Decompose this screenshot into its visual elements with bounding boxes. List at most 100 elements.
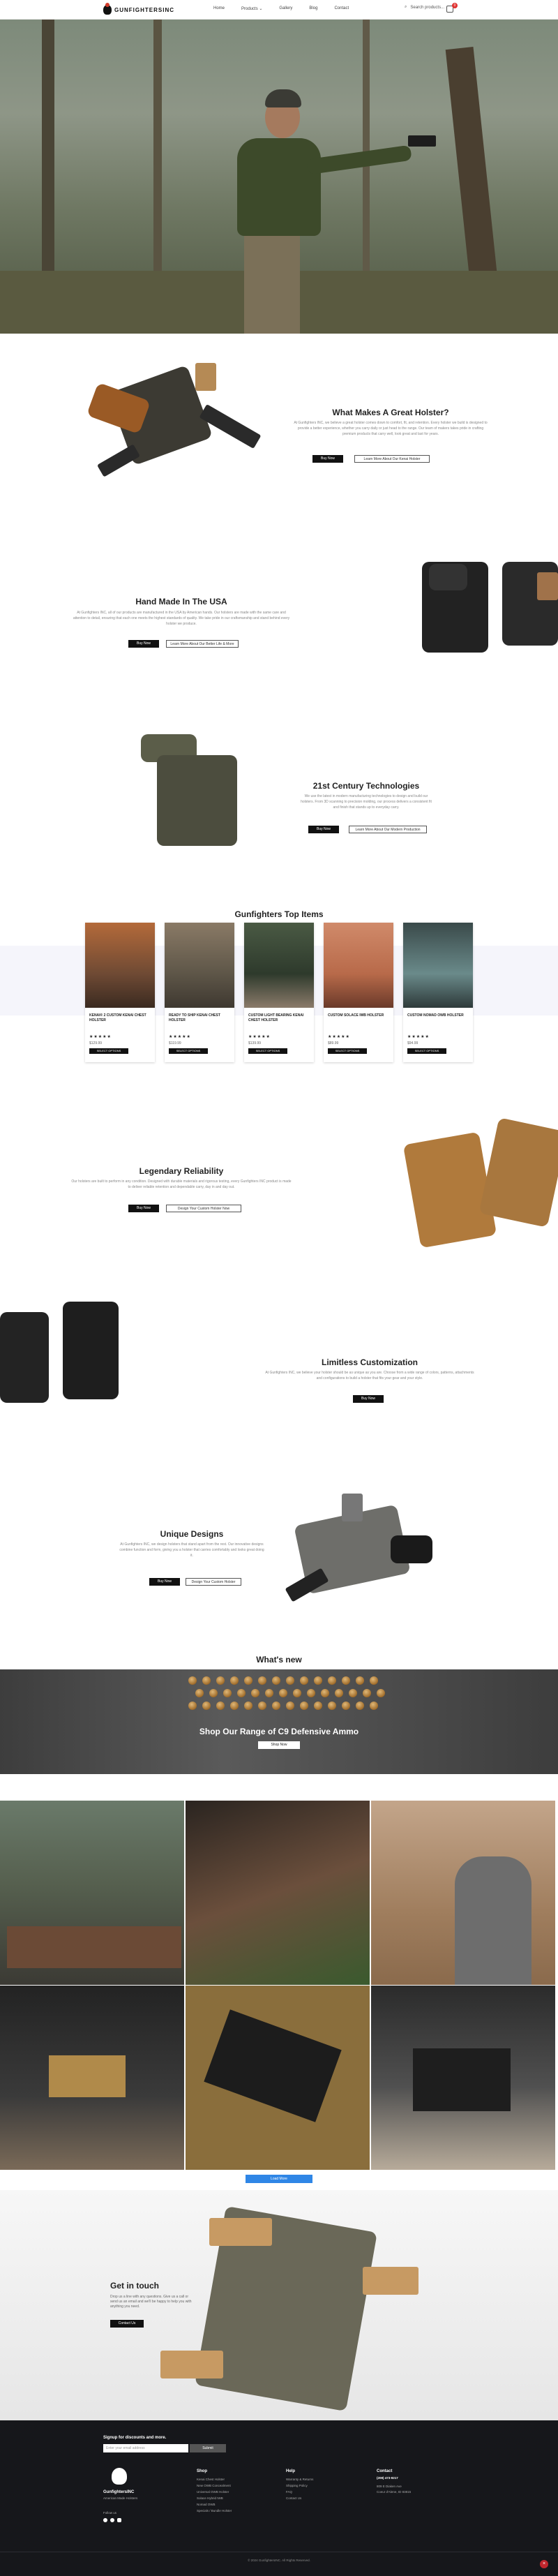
section-title: Unique Designs [160,1529,224,1539]
product-image[interactable] [165,923,234,1008]
product-title[interactable]: CUSTOM NOMAD OWB HOLSTER [407,1013,469,1018]
search-box[interactable]: ⌕ Search products... [405,5,444,10]
select-options-button[interactable]: SELECT OPTIONS [407,1048,446,1054]
close-icon[interactable]: × [540,2560,548,2568]
product-price: $119.99 [169,1041,181,1045]
bullet [230,1702,239,1710]
footer-address-line: 809 E Diaken Ave [377,2485,402,2488]
section-title: What Makes A Great Holster? [332,408,449,417]
buy-now-button[interactable]: Buy Now [308,826,339,833]
footer-link[interactable]: FAQ [286,2490,292,2494]
email-field[interactable]: Enter your email address [103,2444,188,2452]
pistol [408,135,436,147]
banner-title: Shop Our Range of C9 Defensive Ammo [199,1727,359,1736]
footer-phone[interactable]: (208) 473-9217 [377,2476,398,2480]
nav-item-contact[interactable]: Contact [334,6,349,11]
nav-item-home[interactable]: Home [213,6,225,11]
product-image[interactable] [324,923,393,1008]
footer-link[interactable]: Universal OWB Holster [197,2490,229,2494]
buy-now-button[interactable]: Buy Now [312,455,343,463]
load-more-button[interactable]: Load More [246,2175,312,2183]
product-card[interactable]: CUSTOM NOMAD OWB HOLSTER ★★★★★ $94.99 SELEC… [403,923,473,1062]
footer-address-line: Coeur d'Alene, ID 83815 [377,2490,412,2494]
learn-more-button[interactable]: Learn More About Our Modern Production [349,826,427,833]
bullet [265,1689,273,1697]
bullet [202,1676,211,1685]
section-title: Hand Made In The USA [135,597,227,606]
shop-now-button[interactable]: Shop Now [258,1741,300,1749]
product-title[interactable]: READY TO SHIP KENAI CHEST HOLSTER [169,1013,230,1023]
nav-item-gallery[interactable]: Gallery [279,6,292,11]
product-image[interactable] [244,923,314,1008]
nav-item-blog[interactable]: Blog [309,6,317,11]
search-icon[interactable]: ⌕ [405,5,407,10]
footer-link[interactable]: Solace Hybrid IWB [197,2496,223,2500]
gallery-tile[interactable] [186,1801,370,1985]
bullet [258,1702,266,1710]
footer-link[interactable]: Specials / Bundle Holster [197,2509,232,2512]
site-logo[interactable]: GUNFIGHTERSINC [103,3,180,15]
design-holster-button[interactable]: Design Your Custom Holster [186,1578,241,1586]
nav-item-products[interactable]: Products ⌄ [241,6,262,11]
contact-text: Drop us a line with any questions. Give … [110,2295,192,2309]
contact-button[interactable]: Contact Us [110,2320,144,2328]
footer-link[interactable]: Shipping Policy [286,2484,308,2487]
section-title: 21st Century Technologies [312,781,420,791]
bullet [188,1676,197,1685]
buy-now-button[interactable]: Buy Now [353,1395,384,1403]
select-options-button[interactable]: SELECT OPTIONS [89,1048,128,1054]
product-title[interactable]: CUSTOM SOLACE IWB HOLSTER [328,1013,389,1018]
site-header: GUNFIGHTERSINC Home Products ⌄ Gallery B… [0,0,558,20]
bullet [216,1702,225,1710]
learn-more-button[interactable]: Learn More About Our Kenai Holster [354,455,430,463]
learn-more-button[interactable]: Learn More About Our Better Life & More [166,640,239,648]
bullet [216,1676,225,1685]
product-image[interactable] [85,923,155,1008]
facebook-icon[interactable] [103,2518,107,2522]
select-options-button[interactable]: SELECT OPTIONS [169,1048,208,1054]
product-card[interactable]: CUSTOM LIGHT BEARING KENAI CHEST HOLSTER… [244,923,314,1062]
shooter-arm [306,144,412,175]
ammo-banner[interactable]: Shop Our Range of C9 Defensive Ammo Shop… [0,1669,558,1774]
select-options-button[interactable]: SELECT OPTIONS [328,1048,367,1054]
select-options-button[interactable]: SELECT OPTIONS [248,1048,287,1054]
bullet [342,1702,350,1710]
twitter-icon[interactable] [110,2518,114,2522]
product-image[interactable] [403,923,473,1008]
search-input[interactable]: Search products... [410,6,444,10]
product-card[interactable]: CUSTOM SOLACE IWB HOLSTER ★★★★★ $89.99 SELE… [324,923,393,1062]
table-surface [7,1926,181,1968]
bullet [244,1676,252,1685]
bullet [300,1702,308,1710]
footer-help-title: Help [286,2469,296,2473]
gallery-tile[interactable] [371,1986,555,2170]
buy-now-button[interactable]: Buy Now [128,640,159,648]
product-card[interactable]: READY TO SHIP KENAI CHEST HOLSTER ★★★★★ $1… [165,923,234,1062]
signup-submit-button[interactable]: Submit [190,2444,226,2452]
product-card[interactable]: KENAI® 2 CUSTOM KENAI CHEST HOLSTER ★★★★★… [85,923,155,1062]
gallery-tile[interactable] [0,1986,184,2170]
buy-now-button[interactable]: Buy Now [128,1205,159,1212]
pistol-grip [429,564,467,590]
gallery-tile[interactable] [0,1801,184,1985]
footer-link[interactable]: Nomad OWB [197,2503,216,2506]
product-price: $129.99 [89,1041,103,1045]
product-title[interactable]: KENAI® 2 CUSTOM KENAI CHEST HOLSTER [89,1013,151,1023]
bullet [363,1689,371,1697]
product-title[interactable]: CUSTOM LIGHT BEARING KENAI CHEST HOLSTER [248,1013,310,1023]
instagram-icon[interactable] [117,2518,121,2522]
gallery-tile[interactable] [371,1801,555,1985]
rating-stars: ★★★★★ [169,1035,191,1039]
holster [413,2048,511,2111]
footer-link[interactable]: Contact Us [286,2496,301,2500]
design-holster-button[interactable]: Design Your Custom Holster Now [166,1205,241,1212]
footer-link[interactable]: Kenai Chest Holster [197,2478,225,2481]
shooter-body [237,138,321,236]
bullet [272,1676,280,1685]
footer-link[interactable]: Warranty & Returns [286,2478,313,2481]
section-title: Legendary Reliability [139,1166,224,1176]
buy-now-button[interactable]: Buy Now [149,1578,180,1586]
gallery-tile[interactable] [186,1986,370,2170]
section-title: What's new [256,1655,302,1665]
footer-link[interactable]: New OWB Concealment [197,2484,231,2487]
